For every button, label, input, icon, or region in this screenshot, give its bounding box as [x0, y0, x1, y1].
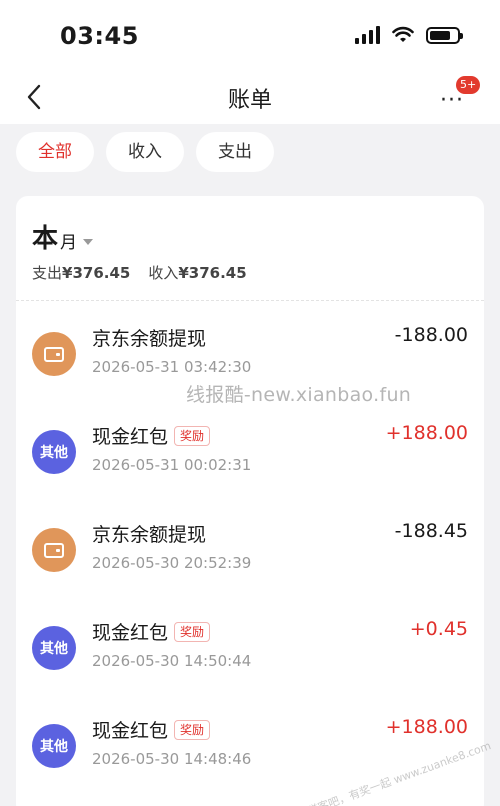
- wallet-icon: [32, 332, 76, 376]
- tab-all[interactable]: 全部: [16, 132, 94, 172]
- transaction-row[interactable]: 其他 现金红包 奖励 2026-05-30 14:48:46 +188.00: [16, 708, 484, 798]
- status-bar: 03:45: [0, 0, 500, 70]
- month-selector[interactable]: 本 月: [32, 218, 94, 255]
- wallet-icon: [32, 528, 76, 572]
- transaction-time: 2026-05-31 03:42:30: [92, 358, 252, 376]
- battery-icon: [426, 26, 463, 44]
- transaction-row[interactable]: 京东余额提现 2026-05-30 20:52:39 -188.45: [16, 512, 484, 602]
- reward-tag: 奖励: [174, 719, 211, 740]
- signal-icon: [355, 26, 380, 44]
- reward-tag: 奖励: [174, 425, 211, 446]
- page-title: 账单: [227, 88, 272, 113]
- month-label-small: 月: [60, 233, 78, 253]
- other-category-icon: 其他: [32, 724, 76, 768]
- filter-tabs: 全部 收入 支出: [16, 132, 274, 172]
- nav-bar: 账单 ··· 5+: [0, 70, 500, 124]
- transaction-amount: +0.45: [409, 618, 468, 640]
- transaction-row[interactable]: 其他 现金红包 奖励 2026-05-30 14:50:44 +0.45: [16, 610, 484, 700]
- transaction-time: 2026-05-31 00:02:31: [92, 456, 252, 474]
- status-icons: [355, 26, 463, 44]
- notification-badge: 5+: [456, 76, 481, 94]
- month-label-big: 本: [32, 224, 59, 254]
- transaction-time: 2026-05-30 14:50:44: [92, 652, 252, 670]
- transaction-name: 现金红包 奖励: [92, 716, 211, 743]
- bill-card: 本 月 支出¥376.45 收入¥376.45 京东余额提现 2026-05-3…: [16, 196, 484, 806]
- tab-income[interactable]: 收入: [106, 132, 184, 172]
- transaction-name: 现金红包 奖励: [92, 422, 211, 449]
- transaction-amount: -188.45: [394, 520, 468, 542]
- transaction-name: 京东余额提现: [92, 524, 207, 546]
- transaction-name: 现金红包 奖励: [92, 618, 211, 645]
- transaction-row[interactable]: 其他 现金红包 奖励 2026-05-31 00:02:31 +188.00: [16, 414, 484, 504]
- tab-expense[interactable]: 支出: [196, 132, 274, 172]
- month-summary: 支出¥376.45 收入¥376.45: [32, 262, 247, 283]
- income-summary: 收入¥376.45: [148, 264, 247, 282]
- more-icon: ···: [440, 88, 464, 113]
- divider: [16, 300, 484, 301]
- transaction-name: 京东余额提现: [92, 328, 207, 350]
- transaction-amount: +188.00: [385, 716, 468, 738]
- status-time: 03:45: [60, 22, 139, 50]
- transaction-amount: +188.00: [385, 422, 468, 444]
- wifi-icon: [392, 26, 414, 42]
- expense-summary: 支出¥376.45: [32, 264, 131, 282]
- transaction-time: 2026-05-30 20:52:39: [92, 554, 252, 572]
- watermark-text: 线报酷-new.xianbao.fun: [186, 384, 412, 406]
- reward-tag: 奖励: [174, 621, 211, 642]
- other-category-icon: 其他: [32, 626, 76, 670]
- other-category-icon: 其他: [32, 430, 76, 474]
- chevron-down-icon: [83, 239, 94, 245]
- transaction-amount: -188.00: [394, 324, 468, 346]
- transaction-time: 2026-05-30 14:48:46: [92, 750, 252, 768]
- more-button[interactable]: ··· 5+: [440, 76, 481, 113]
